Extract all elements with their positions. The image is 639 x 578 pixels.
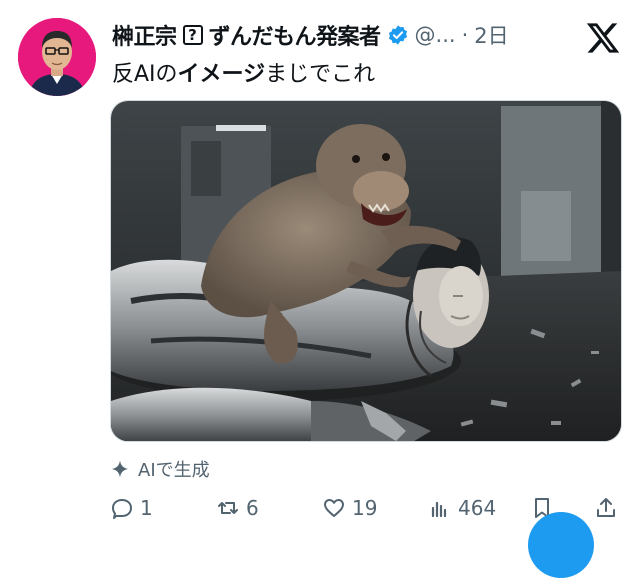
like-count: 19 xyxy=(352,496,378,520)
question-badge: ? xyxy=(182,25,203,45)
author-name[interactable]: 榊正宗 xyxy=(112,19,177,51)
ai-image-monkey-robot xyxy=(111,101,621,441)
views-button[interactable]: 464 xyxy=(428,496,496,520)
sparkle-icon xyxy=(111,460,129,478)
author-name-suffix[interactable]: ずんだもん発案者 xyxy=(209,19,382,51)
post-header: 榊正宗 ? ずんだもん発案者 @... · 2日 xyxy=(112,18,539,52)
repost-button[interactable]: 6 xyxy=(216,496,259,520)
avatar-portrait xyxy=(18,18,96,96)
views-icon xyxy=(431,501,447,518)
share-icon xyxy=(597,498,615,517)
reply-icon xyxy=(112,499,132,519)
share-button[interactable] xyxy=(594,496,618,520)
compose-fab[interactable] xyxy=(528,512,594,578)
views-count: 464 xyxy=(458,496,497,520)
repost-count: 6 xyxy=(246,496,259,520)
author-handle[interactable]: @... xyxy=(415,23,456,47)
avatar[interactable] xyxy=(18,18,96,96)
ai-generated-label[interactable]: AIで生成 xyxy=(110,456,210,482)
post-text: 反AIのイメージまじでこれ xyxy=(112,56,375,88)
x-logo-icon[interactable] xyxy=(585,20,621,56)
post-text-prefix: 反AIの xyxy=(112,62,178,87)
verified-badge-icon xyxy=(388,25,407,45)
post-image[interactable] xyxy=(110,100,622,442)
ai-label-text: AIで生成 xyxy=(138,460,210,481)
separator-dot: · xyxy=(461,23,469,47)
post-text-suffix: まじでこれ xyxy=(265,62,376,87)
like-button[interactable]: 19 xyxy=(322,496,377,520)
repost-icon xyxy=(218,502,238,514)
like-icon xyxy=(324,499,344,517)
post-text-bold: イメージ xyxy=(177,62,266,87)
reply-button[interactable]: 1 xyxy=(110,496,153,520)
post-timestamp[interactable]: 2日 xyxy=(474,20,508,50)
reply-count: 1 xyxy=(140,496,153,520)
